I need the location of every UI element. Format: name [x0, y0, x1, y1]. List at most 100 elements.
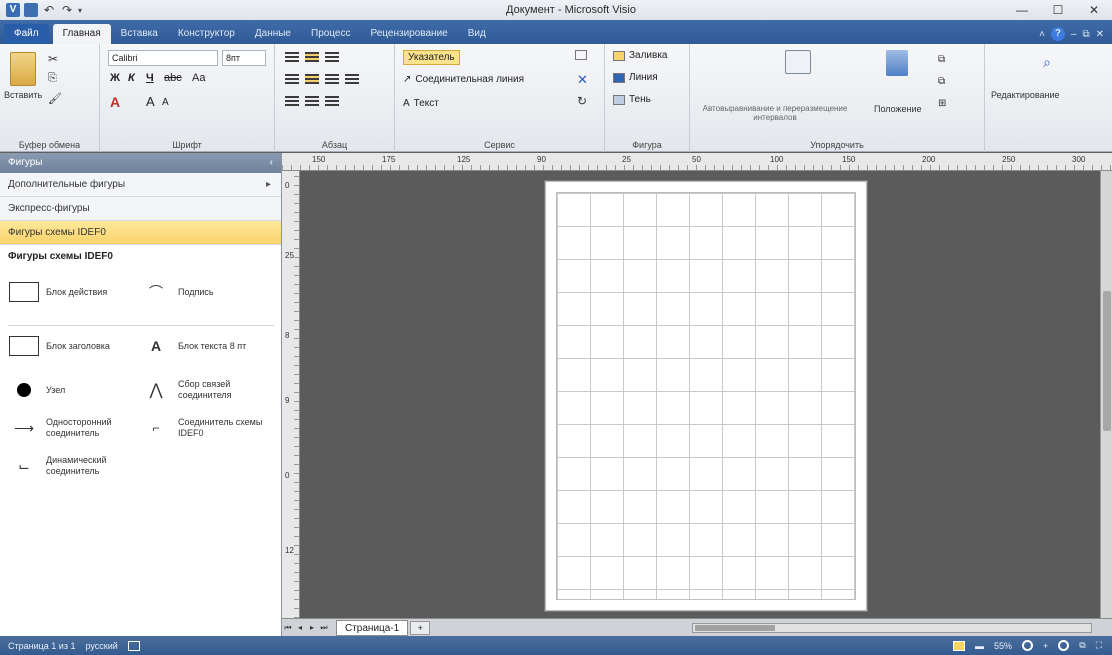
paste-label[interactable]: Вставить [4, 90, 42, 100]
underline-button[interactable]: Ч [146, 72, 154, 84]
shape-node[interactable]: Узел [8, 379, 65, 401]
bring-forward-icon[interactable]: ⧉ [938, 54, 945, 65]
send-backward-icon[interactable]: ⧉ [938, 76, 945, 87]
font-name-input[interactable]: Calibri [108, 50, 218, 66]
align-left-icon[interactable] [285, 74, 299, 84]
idef0-stencil-row[interactable]: Фигуры схемы IDEF0 [0, 221, 281, 245]
undo-icon[interactable]: ↶ [42, 3, 56, 17]
shape-activity-box[interactable]: Блок действия [8, 281, 126, 303]
drawing-page[interactable] [545, 181, 867, 611]
horizontal-scrollbar[interactable] [692, 623, 1092, 633]
shape-text-block[interactable]: A Блок текста 8 пт [140, 335, 268, 357]
line-button[interactable]: Линия [613, 72, 658, 83]
tab-review[interactable]: Рецензирование [361, 24, 458, 44]
decrease-indent-icon[interactable] [305, 96, 319, 106]
pointer-tool-button[interactable]: Указатель [403, 50, 460, 65]
zoom-out-icon[interactable]: ▬ [975, 641, 984, 651]
minimize-button[interactable]: — [1004, 0, 1040, 20]
close-button[interactable]: ✕ [1076, 0, 1112, 20]
insert-page-icon[interactable]: + [410, 620, 431, 635]
copy-icon[interactable]: ⎘ [48, 72, 57, 85]
editing-button[interactable]: Редактирование [991, 90, 1060, 100]
macro-record-icon[interactable] [127, 640, 140, 651]
tab-design[interactable]: Конструктор [168, 24, 245, 44]
scroll-thumb[interactable] [695, 625, 775, 631]
align-middle-icon[interactable] [305, 52, 319, 62]
autoalign-icon[interactable] [785, 50, 811, 74]
minimize-ribbon-icon[interactable]: ˄ [1039, 29, 1045, 40]
save-icon[interactable] [24, 3, 38, 17]
shadow-button[interactable]: Тень [613, 94, 651, 105]
paste-icon[interactable] [10, 52, 36, 86]
zoom-in-icon[interactable]: + [1043, 641, 1048, 651]
maximize-button[interactable]: ☐ [1040, 0, 1076, 20]
shape-fork[interactable]: ⋀ Сбор связей соединителя [140, 379, 268, 401]
quick-shapes-row[interactable]: Экспресс-фигуры [0, 197, 281, 221]
first-page-icon[interactable]: ⏮ [282, 623, 294, 633]
switch-windows-icon[interactable]: ⧉ [1079, 640, 1085, 651]
font-color-icon[interactable]: A [110, 94, 120, 110]
autoalign-label[interactable]: Автовыравнивание и переразмещение интерв… [700, 104, 850, 122]
strikethrough-button[interactable]: abc [164, 72, 182, 84]
grow-font-button[interactable]: A [146, 94, 155, 109]
fit-page-icon[interactable] [952, 640, 965, 651]
bold-button[interactable]: Ж [110, 72, 120, 84]
doc-minimize-icon[interactable]: – [1071, 29, 1077, 40]
connector-tool-button[interactable]: ↗ Соединительная линия [403, 74, 524, 85]
text-tool-button[interactable]: A Текст [403, 98, 439, 109]
last-page-icon[interactable]: ⏭ [318, 623, 330, 633]
group-icon[interactable]: ⊞ [938, 98, 946, 109]
collapse-pane-icon[interactable]: ‹ [270, 153, 273, 173]
language-indicator[interactable]: русский [85, 641, 117, 651]
tab-home[interactable]: Главная [52, 24, 111, 44]
shape-one-way-connector[interactable]: ⟶ Односторонний соединитель [8, 417, 136, 439]
next-page-icon[interactable]: ▸ [306, 623, 318, 632]
doc-restore-icon[interactable]: ⧉ [1082, 29, 1089, 40]
align-bottom-icon[interactable] [325, 52, 339, 62]
redo-icon[interactable]: ↷ [60, 3, 74, 17]
justify-icon[interactable] [345, 74, 359, 84]
more-shapes-row[interactable]: Дополнительные фигуры ▸ [0, 173, 281, 197]
page-counter[interactable]: Страница 1 из 1 [8, 641, 75, 651]
tab-data[interactable]: Данные [245, 24, 301, 44]
change-case-button[interactable]: Aa [192, 72, 205, 84]
vertical-scrollbar[interactable] [1100, 171, 1112, 618]
tab-file[interactable]: Файл [4, 24, 49, 44]
align-top-icon[interactable] [285, 52, 299, 62]
shape-idef0-connector[interactable]: ⌐ Соединитель схемы IDEF0 [140, 417, 268, 439]
visio-app-icon[interactable]: V [6, 3, 20, 17]
tab-view[interactable]: Вид [458, 24, 496, 44]
find-icon[interactable]: ⌕ [1035, 50, 1059, 74]
connection-point-icon[interactable]: ↻ [577, 94, 587, 108]
bullets-icon[interactable] [285, 96, 299, 106]
format-painter-icon[interactable]: 🖌 [48, 92, 62, 105]
zoom-slider-icon[interactable] [1021, 640, 1033, 651]
cut-icon[interactable]: ✂ [48, 52, 58, 66]
drawing-canvas[interactable] [300, 171, 1100, 618]
customize-qat-icon[interactable]: ▾ [78, 6, 82, 15]
shrink-font-button[interactable]: A [162, 97, 169, 108]
italic-button[interactable]: К [128, 72, 135, 84]
help-icon[interactable]: ? [1050, 27, 1065, 41]
shape-title-box[interactable]: Блок заголовка [8, 335, 126, 357]
position-label[interactable]: Положение [874, 104, 922, 114]
prev-page-icon[interactable]: ◂ [294, 623, 306, 632]
pan-zoom-icon[interactable] [1058, 640, 1070, 651]
doc-close-icon[interactable]: ✕ [1096, 29, 1104, 40]
zoom-level[interactable]: 55% [994, 641, 1012, 651]
fill-button[interactable]: Заливка [613, 50, 668, 61]
scroll-thumb[interactable] [1103, 291, 1111, 431]
tab-process[interactable]: Процесс [301, 24, 361, 44]
rectangle-tool-icon[interactable] [575, 50, 587, 62]
shape-dynamic-connector[interactable]: ⌙ Динамический соединитель [8, 455, 136, 477]
font-size-input[interactable]: 8пт [222, 50, 266, 66]
page-tab[interactable]: Страница-1 [336, 619, 409, 636]
delete-connector-icon[interactable]: ✕ [577, 72, 588, 88]
shape-annotation[interactable]: ⌒ Подпись [140, 281, 214, 303]
align-right-icon[interactable] [325, 74, 339, 84]
full-screen-icon[interactable]: ⛶ [1096, 640, 1102, 651]
tab-insert[interactable]: Вставка [111, 24, 168, 44]
increase-indent-icon[interactable] [325, 96, 339, 106]
align-center-icon[interactable] [305, 74, 319, 84]
position-icon[interactable] [886, 50, 908, 76]
